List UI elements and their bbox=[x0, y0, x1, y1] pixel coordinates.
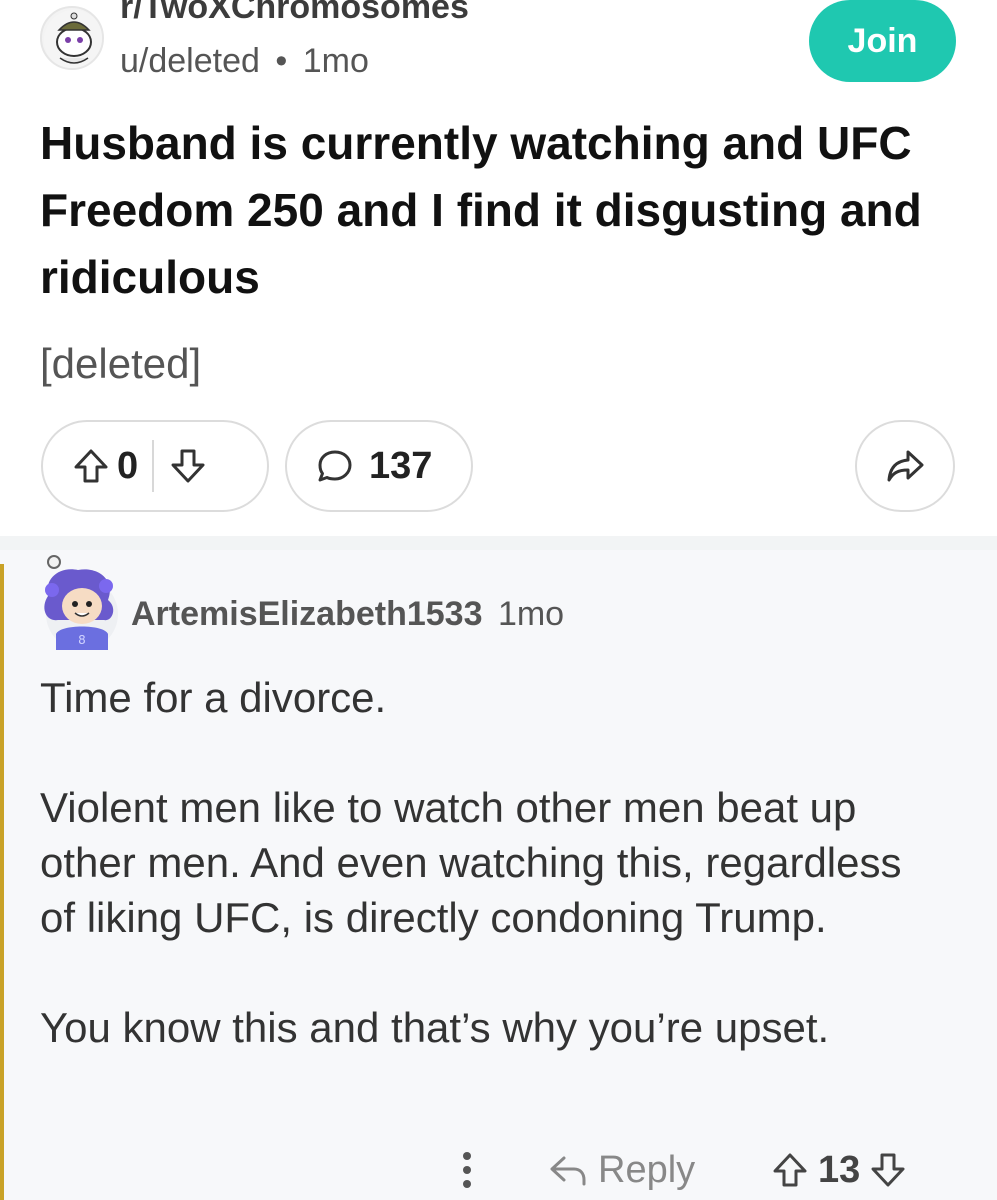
comment-vote-bar: 13 bbox=[770, 1140, 908, 1200]
comment-age: 1mo bbox=[497, 595, 565, 633]
more-options-icon[interactable] bbox=[447, 1140, 487, 1200]
comment: 8 ArtemisElizabeth1533 1mo Time for a di… bbox=[0, 550, 997, 1200]
meta-separator: • bbox=[275, 42, 288, 80]
reply-icon bbox=[548, 1152, 588, 1188]
join-button[interactable]: Join bbox=[809, 0, 956, 82]
comment-header: ArtemisElizabeth1533 1mo bbox=[131, 595, 564, 634]
post-card: r/TwoXChromosomes u/deleted • 1mo Join H… bbox=[0, 0, 997, 536]
thread-line[interactable] bbox=[0, 564, 4, 1200]
comment-paragraph: You know this and that’s why you’re upse… bbox=[40, 1004, 830, 1051]
section-divider bbox=[0, 536, 997, 550]
post-score: 0 bbox=[117, 444, 139, 487]
post-author[interactable]: u/deleted bbox=[120, 42, 260, 80]
comment-actions: Reply 13 bbox=[0, 1140, 997, 1200]
comment-author[interactable]: ArtemisElizabeth1533 bbox=[131, 595, 483, 633]
comments-button[interactable]: 137 bbox=[285, 420, 473, 512]
post-title[interactable]: Husband is currently watching and UFC Fr… bbox=[40, 110, 960, 311]
share-icon bbox=[884, 446, 926, 486]
downvote-icon[interactable] bbox=[868, 1150, 908, 1190]
post-age: 1mo bbox=[302, 42, 369, 80]
svg-text:8: 8 bbox=[78, 633, 86, 647]
user-avatar-icon[interactable]: 8 bbox=[34, 550, 124, 650]
downvote-icon[interactable] bbox=[168, 446, 208, 486]
vote-divider bbox=[152, 440, 155, 492]
upvote-icon[interactable] bbox=[770, 1150, 810, 1190]
upvote-icon[interactable] bbox=[71, 446, 111, 486]
subreddit-avatar-icon[interactable] bbox=[40, 6, 104, 70]
comment-score: 13 bbox=[818, 1148, 861, 1191]
subreddit-name[interactable]: r/TwoXChromosomes bbox=[120, 0, 469, 27]
comment-count: 137 bbox=[369, 444, 433, 487]
comment-paragraph: Time for a divorce. bbox=[40, 674, 387, 721]
vote-bar: 0 bbox=[41, 420, 269, 512]
reply-label: Reply bbox=[598, 1148, 696, 1191]
post-meta: u/deleted • 1mo bbox=[120, 42, 369, 81]
reply-button[interactable]: Reply bbox=[548, 1140, 695, 1200]
post-body: [deleted] bbox=[40, 340, 202, 387]
comment-paragraph: Violent men like to watch other men beat… bbox=[40, 784, 902, 941]
comment-body: Time for a divorce. Violent men like to … bbox=[40, 670, 940, 1110]
comment-icon bbox=[315, 446, 355, 486]
share-button[interactable] bbox=[855, 420, 955, 512]
